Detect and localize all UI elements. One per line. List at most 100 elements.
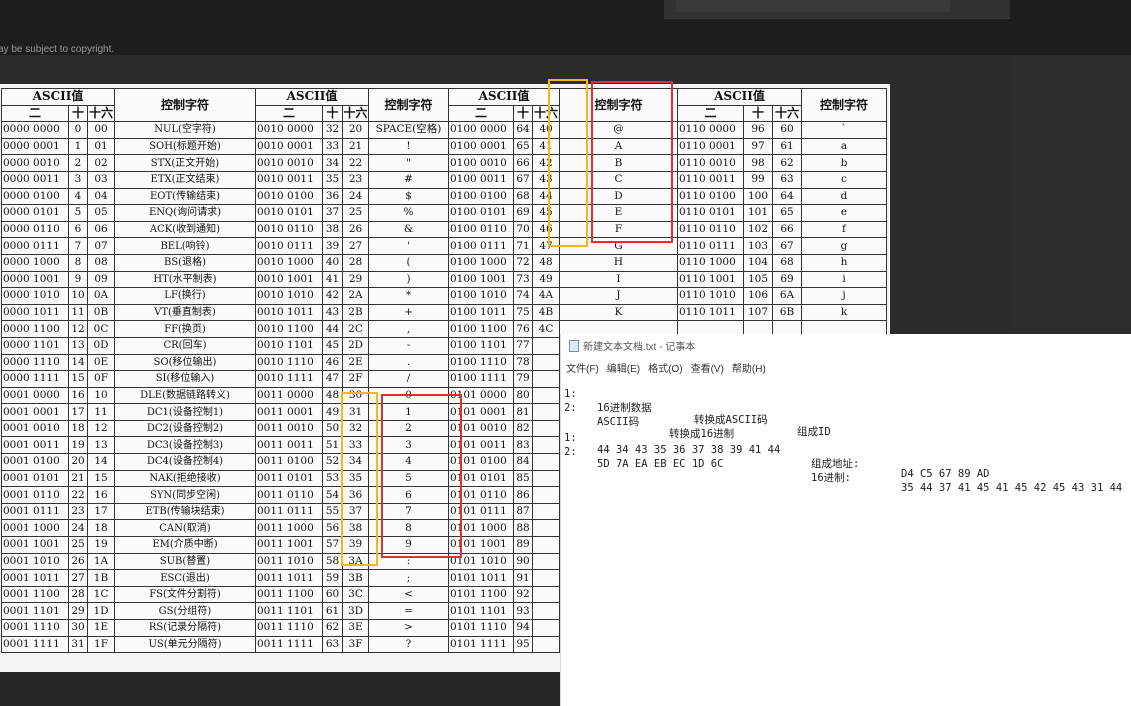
header-control-char: 控制字符 — [559, 87, 678, 123]
cell-char: F — [559, 220, 678, 239]
header-hex: 十六 — [772, 104, 802, 123]
cell-binary: 0001 0111 — [1, 502, 69, 521]
cell-control: RS(记录分隔符) — [114, 619, 256, 637]
cell-decimal: 92 — [513, 585, 533, 604]
header-ascii-value: ASCII值 — [255, 88, 369, 106]
cell-binary: 0101 1110 — [448, 619, 514, 637]
line-number: 2: — [564, 402, 577, 414]
cell-decimal: 18 — [68, 419, 88, 438]
cell-decimal: 76 — [513, 320, 533, 338]
cell-hex: 68 — [772, 253, 802, 272]
cell-decimal: 88 — [513, 519, 533, 538]
menu-edit[interactable]: 编辑(E) — [607, 360, 640, 375]
cell-char: - — [368, 336, 449, 355]
menu-format[interactable]: 格式(O) — [648, 360, 682, 375]
cell-decimal: 42 — [322, 287, 343, 305]
line-number: 2: — [564, 446, 577, 458]
cell-char: i — [801, 270, 887, 289]
menu-view[interactable]: 查看(V) — [691, 360, 724, 375]
cell-decimal: 83 — [513, 436, 533, 455]
menu-file[interactable]: 文件(F) — [566, 360, 599, 375]
cell-binary: 0010 1101 — [255, 336, 323, 355]
cell-decimal: 56 — [322, 519, 343, 538]
cell-decimal: 29 — [68, 602, 88, 620]
cell-decimal: 67 — [513, 170, 533, 189]
cell-hex: 20 — [342, 121, 369, 139]
cell-hex: 25 — [342, 204, 369, 222]
cell-binary: 0011 1100 — [255, 585, 323, 604]
cell-control: SYN(同步空闲) — [114, 486, 256, 504]
cell-decimal: 61 — [322, 602, 343, 620]
cell-hex: 3D — [342, 602, 369, 620]
cell-decimal: 95 — [513, 635, 533, 654]
cell-char: C — [559, 170, 678, 189]
cell-binary: 0001 0110 — [1, 486, 69, 504]
cell-binary: 0000 0111 — [1, 237, 69, 255]
cell-char: j — [801, 287, 887, 305]
cell-decimal: 82 — [513, 419, 533, 438]
hex-data: 44 34 43 35 36 37 38 39 41 44 — [597, 444, 781, 456]
cell-char: H — [559, 253, 678, 272]
cell-decimal: 103 — [743, 237, 773, 255]
cell-char: b — [801, 154, 887, 172]
cell-control: SOH(标题开始) — [114, 137, 256, 156]
cell-decimal: 40 — [322, 253, 343, 272]
cell-binary: 0100 1101 — [448, 336, 514, 355]
cell-decimal: 104 — [743, 253, 773, 272]
cell-binary: 0110 1011 — [677, 303, 744, 322]
cell-hex: 61 — [772, 137, 802, 156]
cell-char: + — [368, 303, 449, 322]
cell-char: # — [368, 170, 449, 189]
cell-hex: 4C — [532, 320, 560, 338]
cell-hex: 21 — [342, 137, 369, 156]
cell-decimal: 84 — [513, 453, 533, 471]
cell-char: : — [368, 552, 449, 571]
cell-decimal: 26 — [68, 552, 88, 571]
cell-decimal: 96 — [743, 121, 773, 139]
cell-decimal: 53 — [322, 469, 343, 488]
cell-binary: 0001 1101 — [1, 602, 69, 620]
notepad-title: 新建文本文档.txt - 记事本 — [583, 342, 696, 353]
cell-decimal: 54 — [322, 486, 343, 504]
label-text: 组成地址: — [811, 458, 860, 470]
cell-hex — [532, 419, 560, 438]
cell-decimal: 49 — [322, 403, 343, 421]
cell-decimal: 2 — [68, 154, 88, 172]
cell-decimal: 81 — [513, 403, 533, 421]
notepad-file-icon — [569, 339, 579, 352]
cell-binary: 0101 0000 — [448, 386, 514, 405]
notepad-title-bar: 新建文本文档.txt - 记事本 — [569, 338, 695, 353]
cell-decimal: 85 — [513, 469, 533, 488]
cell-decimal: 12 — [68, 320, 88, 338]
cell-binary: 0001 1010 — [1, 552, 69, 571]
cell-binary: 0001 1100 — [1, 585, 69, 604]
cell-hex: 6B — [772, 303, 802, 322]
cell-decimal: 107 — [743, 303, 773, 322]
cell-decimal: 105 — [743, 270, 773, 289]
cell-binary: 0010 0000 — [255, 121, 323, 139]
cell-decimal: 58 — [322, 552, 343, 571]
cell-decimal: 99 — [743, 170, 773, 189]
cell-binary: 0100 1001 — [448, 270, 514, 289]
cell-binary: 0010 1010 — [255, 287, 323, 305]
header-hex: 十六 — [87, 104, 115, 123]
cell-decimal: 63 — [322, 635, 343, 654]
header-control-char: 控制字符 — [368, 87, 449, 123]
cell-hex: 1B — [87, 569, 115, 587]
cell-char: 1 — [368, 403, 449, 421]
notepad-window[interactable]: 新建文本文档.txt - 记事本 文件(F) 编辑(E) 格式(O) 查看(V)… — [560, 334, 1131, 706]
cell-hex: 06 — [87, 220, 115, 239]
header-decimal: 十 — [68, 104, 88, 123]
cell-binary: 0110 0111 — [677, 237, 744, 255]
cell-char: 6 — [368, 486, 449, 504]
cell-control: DC3(设备控制3) — [114, 436, 256, 455]
cell-hex: 65 — [772, 204, 802, 222]
cell-decimal: 101 — [743, 204, 773, 222]
menu-help[interactable]: 帮助(H) — [732, 360, 766, 375]
cell-binary: 0011 0011 — [255, 436, 323, 455]
cell-control: ACK(收到通知) — [114, 220, 256, 239]
cell-char: J — [559, 287, 678, 305]
cell-hex: 3E — [342, 619, 369, 637]
cell-hex: 66 — [772, 220, 802, 239]
cell-char: d — [801, 187, 887, 206]
